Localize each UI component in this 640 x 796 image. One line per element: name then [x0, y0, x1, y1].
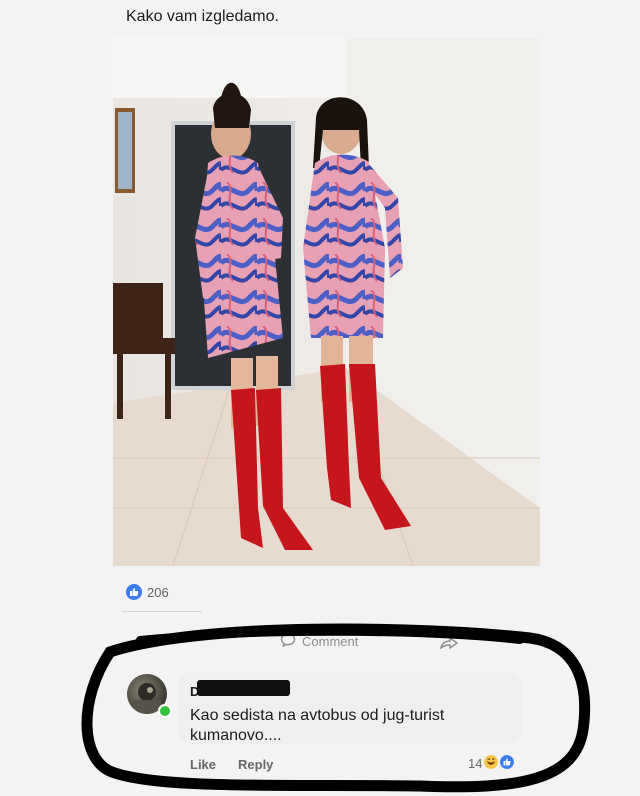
- like-icon: [500, 755, 515, 772]
- post-reactions[interactable]: 206: [126, 584, 169, 600]
- reaction-count: 206: [147, 584, 169, 600]
- comment-actions: Like Reply: [190, 757, 273, 772]
- divider: [122, 611, 202, 612]
- post-photo[interactable]: [113, 38, 540, 566]
- share-icon[interactable]: [439, 636, 459, 654]
- reply-button[interactable]: Reply: [238, 757, 273, 772]
- comment-reactions[interactable]: 14: [468, 755, 515, 772]
- comment-icon: [280, 632, 296, 651]
- comment-reaction-count: 14: [468, 756, 483, 771]
- post-caption: Kako vam izgledamo.: [126, 8, 279, 25]
- online-status-dot: [158, 704, 172, 718]
- like-button[interactable]: Like: [190, 757, 216, 772]
- comment-label: Comment: [302, 634, 359, 649]
- comment-button[interactable]: Comment: [280, 632, 358, 651]
- author-name-redaction: [197, 680, 290, 696]
- comment-text: Kao sedista na avtobus od jug-turist kum…: [190, 707, 445, 744]
- haha-icon: [484, 755, 499, 772]
- like-icon: [126, 584, 142, 600]
